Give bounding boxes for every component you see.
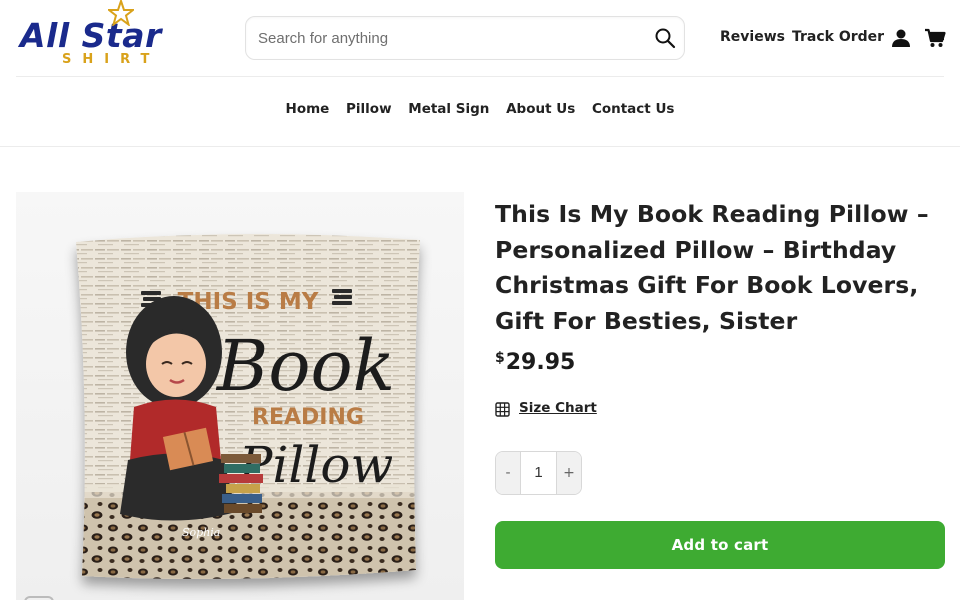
quantity-decrease-button[interactable]: - <box>496 452 521 494</box>
track-order-link[interactable]: Track Order <box>792 29 884 45</box>
size-chart-label: Size Chart <box>519 400 597 416</box>
pillow-name-text: Sophia <box>182 526 220 539</box>
nav-item-metal-sign[interactable]: Metal Sign <box>408 101 489 117</box>
user-icon[interactable] <box>891 28 911 48</box>
main-nav: Home Pillow Metal Sign About Us Contact … <box>0 77 960 147</box>
nav-item-home[interactable]: Home <box>286 101 330 117</box>
reviews-link[interactable]: Reviews <box>720 29 785 45</box>
price-value: 29.95 <box>505 350 576 375</box>
table-grid-icon <box>495 402 510 417</box>
nav-item-about-us[interactable]: About Us <box>506 101 575 117</box>
cart-icon[interactable] <box>924 27 946 49</box>
product-title: This Is My Book Reading Pillow – Persona… <box>495 200 929 335</box>
pillow-text-line4: Pillow <box>238 436 394 494</box>
pillow-illustration: THIS IS MY Book READING Pillow Sophia <box>16 192 464 600</box>
search-bar <box>245 16 685 60</box>
logo-star-icon <box>108 0 134 26</box>
site-logo[interactable]: All Star SHIRT <box>20 0 180 72</box>
search-input[interactable] <box>258 17 648 59</box>
logo-sub-text: SHIRT <box>62 52 161 67</box>
search-icon[interactable] <box>654 27 676 49</box>
nav-item-contact-us[interactable]: Contact Us <box>592 101 675 117</box>
site-header: All Star SHIRT Reviews Track Order <box>0 0 960 77</box>
pillow-text-line2: Book <box>215 325 395 407</box>
product-image[interactable]: THIS IS MY Book READING Pillow Sophia <box>16 192 464 600</box>
add-to-cart-button[interactable]: Add to cart <box>495 521 945 569</box>
nav-item-pillow[interactable]: Pillow <box>346 101 392 117</box>
logo-main-text: All Star <box>20 16 162 55</box>
price-currency: $ <box>495 350 505 366</box>
quantity-increase-button[interactable]: + <box>556 452 581 494</box>
pillow-text-line3: READING <box>252 405 364 430</box>
quantity-input[interactable] <box>521 452 556 494</box>
quantity-stepper: - + <box>495 451 582 495</box>
gallery-thumbnail[interactable] <box>24 596 54 600</box>
product-price: $29.95 <box>495 350 575 375</box>
